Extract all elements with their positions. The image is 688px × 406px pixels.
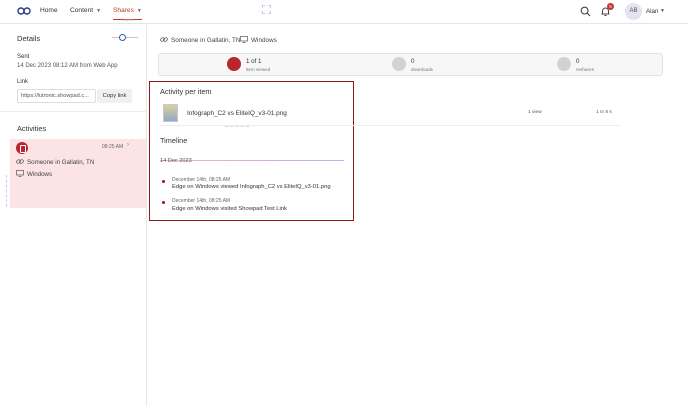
file-name[interactable]: Infograph_C2 vs EliteIQ_v3-01.png [187,110,287,117]
nav-content-label: Content [70,7,94,14]
nav-home[interactable]: Home [40,7,58,14]
sent-value: 14 Dec 2023 08:12 AM from Web App [17,63,118,69]
meta-os: Windows [240,36,277,44]
monitor-icon [240,36,248,43]
notification-badge: 5 [607,3,614,10]
document-icon [16,142,28,154]
chevron-down-icon: ▼ [96,8,102,14]
divider [0,111,146,112]
stat-downloads-caption: downloads [411,67,433,72]
decorative-marks [6,175,14,207]
details-title: Details [17,34,41,43]
activity-time: 08:25 AM [102,144,124,150]
details-sidebar: Details Sent 14 Dec 2023 08:12 AM from W… [0,25,147,406]
timeline-event-text: Edge on Windows visited Showpad Test Lin… [172,206,287,212]
search-icon[interactable] [580,6,591,17]
sent-label: Sent [17,54,30,60]
nav-content[interactable]: Content ▼ [70,7,101,14]
timeline-dot [162,201,165,204]
chevron-down-icon: ▼ [136,8,142,14]
activity-card[interactable]: 08:25 AM › Someone in Gallatin, TN Windo… [10,139,146,208]
link-field[interactable]: https://lutronic.showpad.c... [17,89,96,103]
file-duration: 1 m 8 s [596,110,612,115]
stat-downloads-value: 0 [411,58,415,65]
monitor-icon [16,170,24,177]
copy-link-button[interactable]: Copy link [97,89,132,103]
document-icon [227,57,241,71]
meta-os-text: Windows [251,37,277,44]
timeline-event-text: Edge on Windows viewed Infograph_C2 vs E… [172,184,331,190]
nav-shares-sublabel: Shared [121,17,134,22]
download-icon [392,57,406,71]
top-bar: Home Content ▼ Shares ▼ Shared 5 AB Alan ▼ [0,0,688,24]
timeline-date: 14 Dec 2023 [160,158,192,164]
link-label: Link [17,79,29,85]
activities-title: Activities [17,124,47,133]
activity-os: Windows [16,170,52,178]
file-thumbnail[interactable] [163,104,178,122]
decorative-marks [225,126,249,130]
activity-location: Someone in Gallatin, TN [16,158,94,166]
stat-items-viewed-caption: item viewed [246,67,271,72]
nav-shares-label: Shares [113,7,134,14]
stat-reshares-value: 0 [576,58,580,65]
reshare-icon [557,57,571,71]
toggle-knob[interactable] [119,34,126,41]
timeline-title: Timeline [160,136,188,145]
nav-shares[interactable]: Shares ▼ [113,7,142,20]
activity-location-text: Someone in Gallatin, TN [27,159,95,166]
file-views: 1 view [528,110,542,115]
chevron-right-icon[interactable]: › [127,142,129,148]
share-detail-main: Someone in Gallatin, TN Windows 1 of 1 i… [148,25,688,406]
meta-location: Someone in Gallatin, TN [160,36,241,44]
timeline-event-time: December 14th, 08:25 AM [172,198,231,204]
details-toggle[interactable] [112,34,138,42]
stat-items-viewed-value: 1 of 1 [246,58,262,65]
placeholder-icon [262,5,271,14]
link-icon [160,37,168,42]
showpad-logo-icon[interactable] [17,7,31,15]
stat-reshares-caption: reshares [576,67,594,72]
timeline-dot [162,180,165,183]
activity-os-text: Windows [27,171,53,178]
avatar[interactable]: AB [625,3,642,20]
stats-bar: 1 of 1 item viewed 0 downloads 0 reshare… [158,53,663,76]
user-name[interactable]: Alan [646,8,658,15]
timeline-event-time: December 14th, 08:25 AM [172,177,231,183]
chevron-down-icon[interactable]: ▼ [660,8,665,14]
meta-location-text: Someone in Gallatin, TN [171,37,241,44]
link-icon [16,159,24,164]
activity-per-item-title: Activity per item [160,87,212,96]
